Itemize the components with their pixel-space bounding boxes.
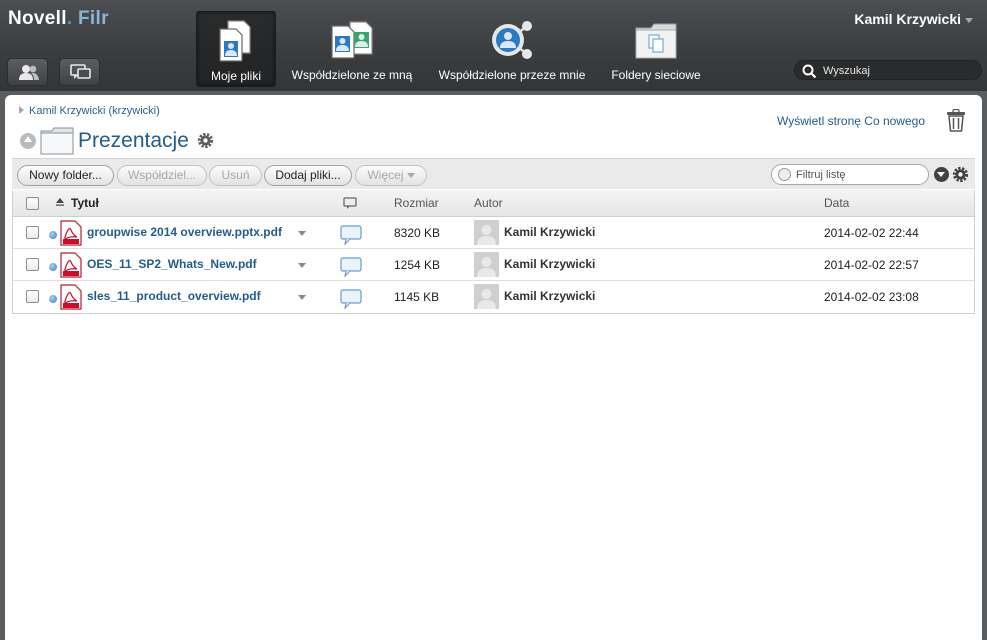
tab-my-files-label: Moje pliki bbox=[210, 69, 261, 83]
avatar-silhouette-icon bbox=[474, 252, 499, 277]
up-folder-button[interactable] bbox=[20, 133, 36, 149]
comments-icon bbox=[70, 64, 91, 79]
presence-icon bbox=[49, 295, 57, 303]
tab-my-files[interactable]: Moje pliki bbox=[196, 11, 276, 87]
comments-button[interactable] bbox=[59, 58, 100, 86]
avatar-silhouette-icon bbox=[474, 284, 499, 309]
presence-icon bbox=[49, 263, 57, 271]
shared-with-me-icon bbox=[331, 21, 373, 59]
whats-new-link[interactable]: Wyświetl stronę Co nowego bbox=[777, 114, 925, 128]
column-date[interactable]: Data bbox=[824, 196, 849, 210]
tab-shared-with-me[interactable]: Współdzielone ze mną bbox=[285, 11, 419, 87]
tab-net-folders[interactable]: Foldery sieciowe bbox=[604, 11, 708, 87]
add-files-button[interactable]: Dodaj pliki... bbox=[264, 165, 352, 186]
tab-net-folders-label: Foldery sieciowe bbox=[611, 68, 701, 82]
new-folder-button[interactable]: Nowy folder... bbox=[17, 165, 114, 186]
author-name[interactable]: Kamil Krzywicki bbox=[504, 225, 595, 239]
presence-icon bbox=[49, 231, 57, 239]
file-name-link[interactable]: sles_11_product_overview.pdf bbox=[87, 289, 261, 303]
gear-icon[interactable] bbox=[952, 166, 969, 183]
tab-shared-with-me-label: Współdzielone ze mną bbox=[291, 68, 413, 82]
content-panel: Kamil Krzywicki (krzywicki) Prezentacje … bbox=[5, 95, 982, 640]
avatar[interactable] bbox=[474, 220, 499, 245]
table-row[interactable]: sles_11_product_overview.pdf 1145 KB Kam… bbox=[13, 281, 974, 313]
avatar[interactable] bbox=[474, 252, 499, 277]
expand-triangle-icon[interactable] bbox=[19, 106, 24, 114]
pdf-file-icon bbox=[60, 220, 82, 246]
tab-shared-by-me[interactable]: Współdzielone przeze mnie bbox=[432, 11, 592, 87]
brand-name: Novell bbox=[8, 8, 67, 29]
app-logo[interactable]: Novell. Filr bbox=[8, 8, 109, 30]
row-checkbox[interactable] bbox=[26, 258, 39, 271]
file-date: 2014-02-02 23:08 bbox=[824, 290, 919, 304]
select-all-checkbox[interactable] bbox=[26, 197, 39, 210]
row-menu-icon[interactable] bbox=[298, 263, 306, 268]
filter-icon bbox=[778, 168, 791, 181]
table-header: Tytuł Rozmiar Autor Data bbox=[13, 190, 974, 217]
my-files-icon bbox=[219, 20, 251, 62]
file-name-link[interactable]: OES_11_SP2_Whats_New.pdf bbox=[87, 257, 257, 271]
user-menu[interactable]: Kamil Krzywicki bbox=[854, 11, 973, 27]
filter-box bbox=[771, 164, 929, 185]
avatar-silhouette-icon bbox=[474, 220, 499, 245]
author-name[interactable]: Kamil Krzywicki bbox=[504, 289, 595, 303]
people-icon bbox=[19, 65, 39, 80]
avatar[interactable] bbox=[474, 284, 499, 309]
toolbar: Nowy folder... Współdziel... Usuń Dodaj … bbox=[12, 158, 975, 189]
file-table: Tytuł Rozmiar Autor Data groupwise 2014 … bbox=[12, 190, 975, 314]
top-bar: Novell. Filr Moje pliki Współdzielone ze… bbox=[0, 0, 987, 91]
table-body: groupwise 2014 overview.pptx.pdf 8320 KB… bbox=[13, 217, 974, 313]
tab-shared-by-me-label: Współdzielone przeze mnie bbox=[438, 68, 586, 82]
more-button[interactable]: Więcej bbox=[355, 165, 427, 186]
search-input[interactable] bbox=[823, 63, 973, 78]
row-checkbox[interactable] bbox=[26, 290, 39, 303]
column-author[interactable]: Autor bbox=[474, 196, 503, 210]
table-row[interactable]: OES_11_SP2_Whats_New.pdf 1254 KB Kamil K… bbox=[13, 249, 974, 281]
folder-icon bbox=[40, 127, 74, 155]
filter-menu-button[interactable] bbox=[934, 167, 949, 182]
filter-input[interactable] bbox=[796, 167, 922, 182]
search-icon[interactable] bbox=[802, 64, 817, 79]
table-row[interactable]: groupwise 2014 overview.pptx.pdf 8320 KB… bbox=[13, 217, 974, 249]
pdf-file-icon bbox=[60, 252, 82, 278]
page-title: Prezentacje bbox=[78, 129, 189, 152]
column-size[interactable]: Rozmiar bbox=[394, 196, 439, 210]
shared-by-me-icon bbox=[492, 21, 532, 59]
people-button[interactable] bbox=[7, 58, 48, 86]
search-box bbox=[794, 60, 982, 80]
sort-ascending-icon[interactable] bbox=[56, 198, 64, 206]
chevron-down-icon bbox=[406, 173, 415, 179]
author-name[interactable]: Kamil Krzywicki bbox=[504, 257, 595, 271]
file-date: 2014-02-02 22:57 bbox=[824, 258, 919, 272]
pdf-file-icon bbox=[60, 284, 82, 310]
comments-column-icon bbox=[343, 197, 357, 209]
column-title[interactable]: Tytuł bbox=[71, 196, 99, 210]
more-button-label: Więcej bbox=[367, 168, 404, 182]
row-menu-icon[interactable] bbox=[298, 231, 306, 236]
brand-product: Filr bbox=[78, 8, 109, 29]
row-menu-icon[interactable] bbox=[298, 295, 306, 300]
share-button[interactable]: Współdziel... bbox=[117, 165, 207, 186]
user-name: Kamil Krzywicki bbox=[854, 11, 961, 27]
comment-icon[interactable] bbox=[340, 257, 362, 277]
chevron-down-icon bbox=[965, 17, 973, 23]
file-size: 1254 KB bbox=[394, 258, 441, 272]
breadcrumb[interactable]: Kamil Krzywicki (krzywicki) bbox=[19, 105, 160, 117]
comment-icon[interactable] bbox=[340, 289, 362, 309]
comment-icon[interactable] bbox=[340, 225, 362, 245]
file-size: 8320 KB bbox=[394, 226, 441, 240]
logo-dot: . bbox=[66, 8, 73, 29]
delete-button[interactable]: Usuń bbox=[209, 165, 262, 186]
trash-icon[interactable] bbox=[946, 109, 966, 132]
gear-icon[interactable] bbox=[197, 132, 214, 149]
file-name-link[interactable]: groupwise 2014 overview.pptx.pdf bbox=[87, 225, 282, 239]
net-folders-icon bbox=[635, 23, 677, 59]
file-date: 2014-02-02 22:44 bbox=[824, 226, 919, 240]
file-size: 1145 KB bbox=[394, 290, 440, 304]
breadcrumb-link[interactable]: Kamil Krzywicki (krzywicki) bbox=[29, 105, 160, 117]
row-checkbox[interactable] bbox=[26, 226, 39, 239]
